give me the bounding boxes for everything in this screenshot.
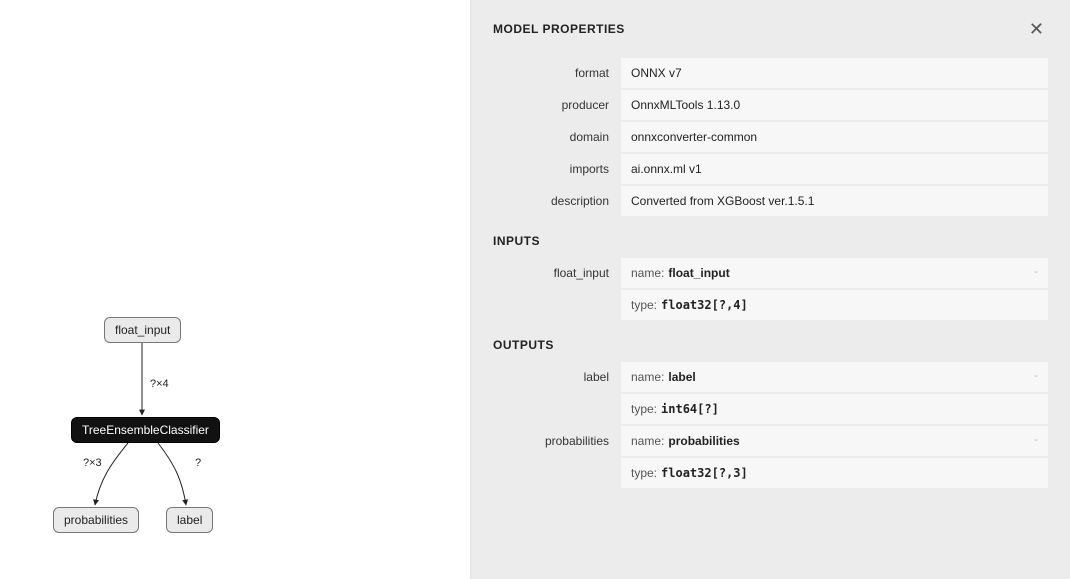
graph-op-label: TreeEnsembleClassifier <box>82 423 209 437</box>
output-type-probabilities[interactable]: type: float32[?,3] <box>621 458 1048 488</box>
output-name-val-prob: probabilities <box>668 434 739 448</box>
prop-row-imports: imports ai.onnx.ml v1 <box>471 154 1070 184</box>
panel-title: MODEL PROPERTIES <box>493 22 625 36</box>
graph-output-probabilities[interactable]: probabilities <box>53 507 139 533</box>
graph-op-node[interactable]: TreeEnsembleClassifier <box>71 417 220 443</box>
prop-row-producer: producer OnnxMLTools 1.13.0 <box>471 90 1070 120</box>
prop-label-imports: imports <box>471 154 621 184</box>
output-label-label: label <box>471 362 621 424</box>
output-row-probabilities: probabilities name: probabilities - type… <box>471 426 1070 488</box>
output-name-probabilities[interactable]: name: probabilities - <box>621 426 1048 456</box>
output-type-label[interactable]: type: int64[?] <box>621 394 1048 424</box>
collapse-toggle[interactable]: - <box>1034 432 1038 446</box>
output-name-val-label: label <box>668 370 695 384</box>
prop-value-description-text: Converted from XGBoost ver.1.5.1 <box>631 194 814 208</box>
collapse-toggle[interactable]: - <box>1034 264 1038 278</box>
properties-panel: MODEL PROPERTIES ✕ format ONNX v7 produc… <box>470 0 1070 579</box>
output-name-key-prob: name: <box>631 434 664 448</box>
graph-output-label-label: label <box>177 513 202 527</box>
output-label-probabilities: probabilities <box>471 426 621 488</box>
prop-value-imports[interactable]: ai.onnx.ml v1 <box>621 154 1048 184</box>
prop-value-domain-text: onnxconverter-common <box>631 130 757 144</box>
input-type-val: float32[?,4] <box>661 298 748 312</box>
prop-row-description: description Converted from XGBoost ver.1… <box>471 186 1070 216</box>
output-name-label[interactable]: name: label - <box>621 362 1048 392</box>
graph-output-probabilities-label: probabilities <box>64 513 128 527</box>
prop-label-producer: producer <box>471 90 621 120</box>
prop-label-format: format <box>471 58 621 88</box>
prop-row-domain: domain onnxconverter-common <box>471 122 1070 152</box>
input-name-key: name: <box>631 266 664 280</box>
output-name-key-label: name: <box>631 370 664 384</box>
graph-canvas[interactable]: float_input ?×4 TreeEnsembleClassifier ?… <box>0 0 470 579</box>
inputs-heading: INPUTS <box>471 218 1070 256</box>
prop-value-description[interactable]: Converted from XGBoost ver.1.5.1 <box>621 186 1048 216</box>
graph-edges <box>0 0 470 579</box>
prop-value-domain[interactable]: onnxconverter-common <box>621 122 1048 152</box>
prop-label-domain: domain <box>471 122 621 152</box>
outputs-heading: OUTPUTS <box>471 322 1070 360</box>
prop-value-format-text: ONNX v7 <box>631 66 682 80</box>
prop-value-producer[interactable]: OnnxMLTools 1.13.0 <box>621 90 1048 120</box>
prop-value-producer-text: OnnxMLTools 1.13.0 <box>631 98 740 112</box>
prop-row-format: format ONNX v7 <box>471 58 1070 88</box>
prop-value-format[interactable]: ONNX v7 <box>621 58 1048 88</box>
graph-output-label[interactable]: label <box>166 507 213 533</box>
panel-header: MODEL PROPERTIES ✕ <box>471 0 1070 50</box>
input-label-float-input: float_input <box>471 258 621 320</box>
output-row-label: label name: label - type: int64[?] <box>471 362 1070 424</box>
prop-value-imports-text: ai.onnx.ml v1 <box>631 162 702 176</box>
input-type-float-input[interactable]: type: float32[?,4] <box>621 290 1048 320</box>
graph-input-node[interactable]: float_input <box>104 317 181 343</box>
prop-label-description: description <box>471 186 621 216</box>
input-row-float-input: float_input name: float_input - type: fl… <box>471 258 1070 320</box>
output-type-key-label: type: <box>631 402 657 416</box>
input-name-val: float_input <box>668 266 729 280</box>
edge-label-right: ? <box>195 457 201 469</box>
close-icon: ✕ <box>1029 19 1044 39</box>
edge-label-left: ?×3 <box>83 457 102 469</box>
edge-label-top: ?×4 <box>150 378 169 390</box>
input-name-float-input[interactable]: name: float_input - <box>621 258 1048 288</box>
collapse-toggle[interactable]: - <box>1034 368 1038 382</box>
graph-input-label: float_input <box>115 323 170 337</box>
input-type-key: type: <box>631 298 657 312</box>
close-button[interactable]: ✕ <box>1025 18 1048 40</box>
output-type-val-label: int64[?] <box>661 402 719 416</box>
output-type-val-prob: float32[?,3] <box>661 466 748 480</box>
model-properties-group: format ONNX v7 producer OnnxMLTools 1.13… <box>471 50 1070 216</box>
output-type-key-prob: type: <box>631 466 657 480</box>
